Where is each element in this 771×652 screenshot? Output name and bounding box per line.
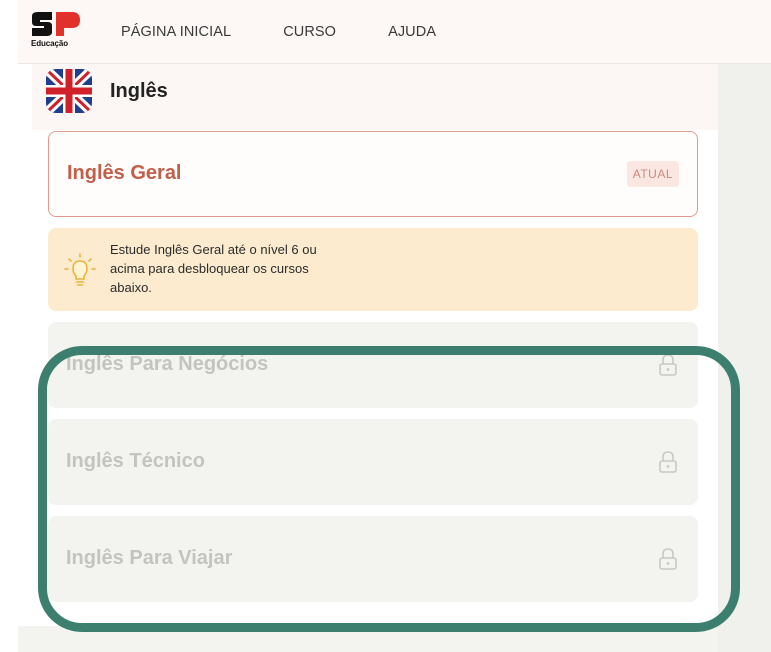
course-card-title: Inglês Para Negócios	[66, 353, 269, 375]
page: Educação PÁGINA INICIAL CURSO AJUDA Ingl…	[0, 0, 771, 652]
course-header: Inglês	[32, 64, 718, 130]
nav-course[interactable]: CURSO	[283, 24, 336, 40]
lock-icon	[659, 451, 677, 473]
tip-line: acima para desbloquear os cursos	[110, 261, 309, 276]
sp-educacao-logo[interactable]: Educação	[30, 12, 82, 52]
current-badge: ATUAL	[626, 161, 679, 187]
side-background	[718, 64, 771, 652]
lock-icon	[659, 548, 677, 570]
logo-text: Educação	[31, 39, 68, 48]
course-card-title: Inglês Técnico	[66, 450, 205, 472]
nav-home[interactable]: PÁGINA INICIAL	[121, 24, 231, 40]
bottom-background	[18, 626, 718, 652]
nav-help[interactable]: AJUDA	[388, 24, 436, 40]
main-nav: PÁGINA INICIAL CURSO AJUDA	[121, 0, 488, 64]
course-card-locked[interactable]: Inglês Para Negócios	[48, 322, 698, 408]
sp-logo-icon	[32, 12, 80, 36]
top-navbar: Educação PÁGINA INICIAL CURSO AJUDA	[18, 0, 771, 64]
course-card-locked[interactable]: Inglês Para Viajar	[48, 516, 698, 602]
tip-text: Estude Inglês Geral até o nível 6 ou aci…	[110, 240, 410, 297]
course-card-locked[interactable]: Inglês Técnico	[48, 419, 698, 505]
lock-icon	[659, 354, 677, 376]
lightbulb-icon	[64, 253, 96, 286]
course-card-title: Inglês Geral	[67, 162, 182, 184]
course-card-current[interactable]: Inglês Geral ATUAL	[48, 131, 698, 217]
course-card-title: Inglês Para Viajar	[66, 547, 233, 569]
unlock-tip: Estude Inglês Geral até o nível 6 ou aci…	[48, 228, 698, 311]
left-background	[18, 64, 32, 624]
page-title: Inglês	[110, 80, 168, 102]
tip-line: abaixo.	[110, 280, 152, 295]
tip-line: Estude Inglês Geral até o nível 6 ou	[110, 242, 317, 257]
uk-flag-icon	[46, 69, 92, 113]
